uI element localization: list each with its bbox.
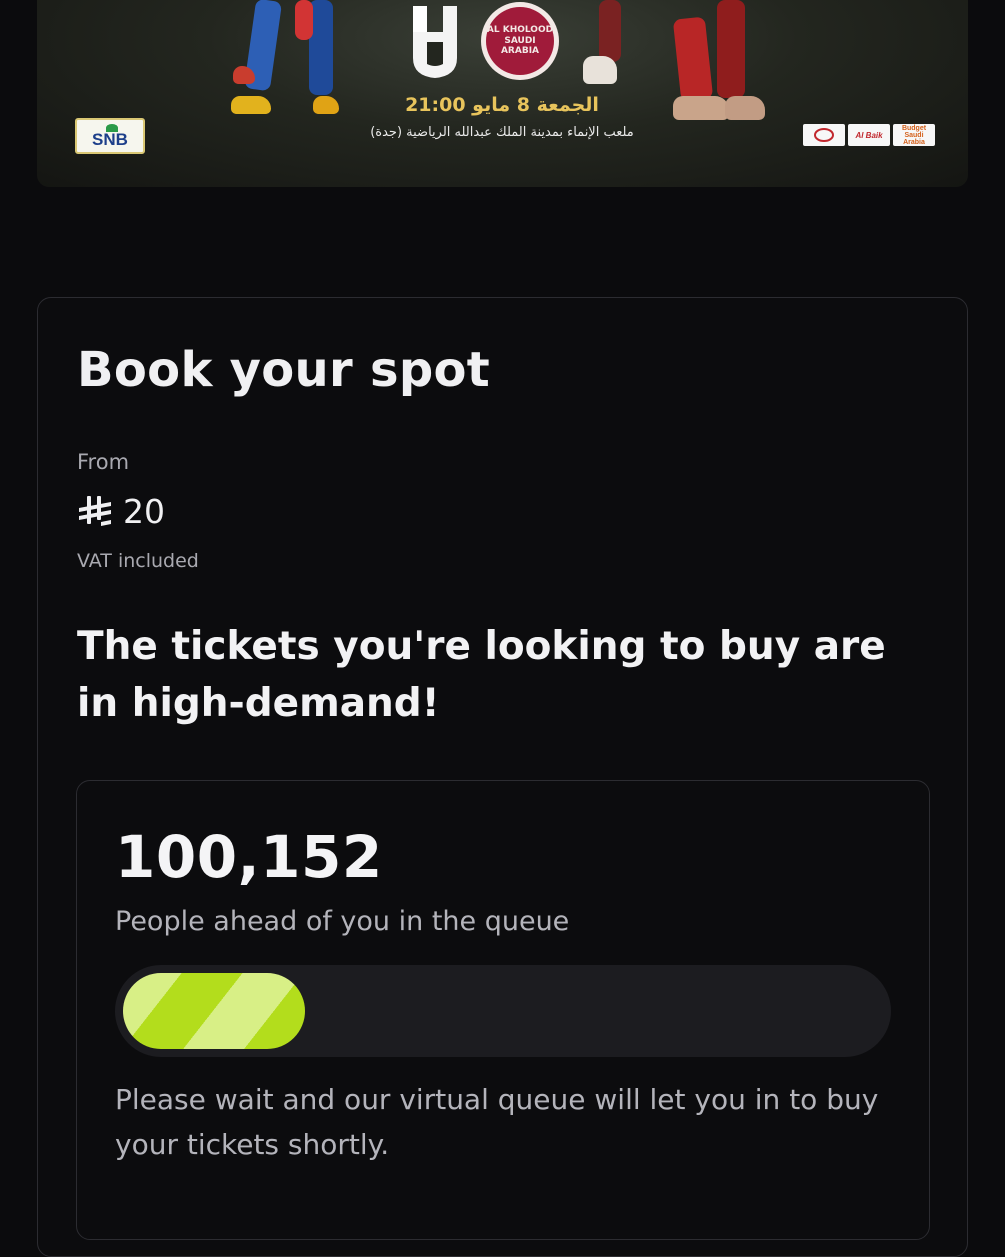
sponsor-logo-3: Budget Saudi Arabia (893, 124, 935, 146)
price-row: 20 (77, 492, 165, 531)
sponsor-logo-1 (803, 124, 845, 146)
booking-card: Book your spot From 20 VAT included The … (37, 297, 968, 1257)
price-from-label: From (77, 450, 130, 474)
player-boot (725, 96, 765, 120)
vat-label: VAT included (77, 550, 199, 572)
player-leg (295, 0, 313, 40)
player-leg (717, 0, 745, 98)
player-boot (313, 96, 339, 114)
price-value: 20 (123, 492, 165, 531)
player-leg (599, 0, 621, 62)
saudi-riyal-icon (79, 495, 111, 526)
match-venue: ملعب الإنماء بمدينة الملك عبدالله الرياض… (370, 125, 634, 140)
high-demand-heading: The tickets you're looking to buy are in… (77, 624, 886, 726)
queue-ahead-label: People ahead of you in the queue (115, 906, 570, 937)
queue-progress-bar (115, 965, 891, 1057)
al-kholood-logo-text: AL KHOLOOD SAUDI ARABIA (486, 7, 554, 75)
player-boot (673, 96, 729, 120)
queue-progress-fill (123, 973, 305, 1049)
al-kholood-logo-icon: AL KHOLOOD SAUDI ARABIA (481, 2, 559, 80)
player-boot (583, 56, 617, 84)
event-banner: AL KHOLOOD SAUDI ARABIA الجمعة 8 مايو 21… (37, 0, 968, 187)
al-hilal-logo-icon (413, 6, 457, 78)
page-title: Book your spot (77, 342, 491, 398)
queue-status-panel: 100,152 People ahead of you in the queue… (76, 780, 930, 1240)
sponsor-logo-2: Al Baik (848, 124, 890, 146)
player-leg (672, 16, 714, 102)
queue-ahead-count: 100,152 (115, 823, 383, 891)
sponsor-emblem-icon (814, 128, 834, 142)
queue-wait-message: Please wait and our virtual queue will l… (115, 1083, 879, 1161)
snb-sponsor-logo: SNB (75, 118, 145, 154)
player-boot (231, 96, 271, 114)
match-date-time: الجمعة 8 مايو 21:00 (405, 94, 599, 116)
